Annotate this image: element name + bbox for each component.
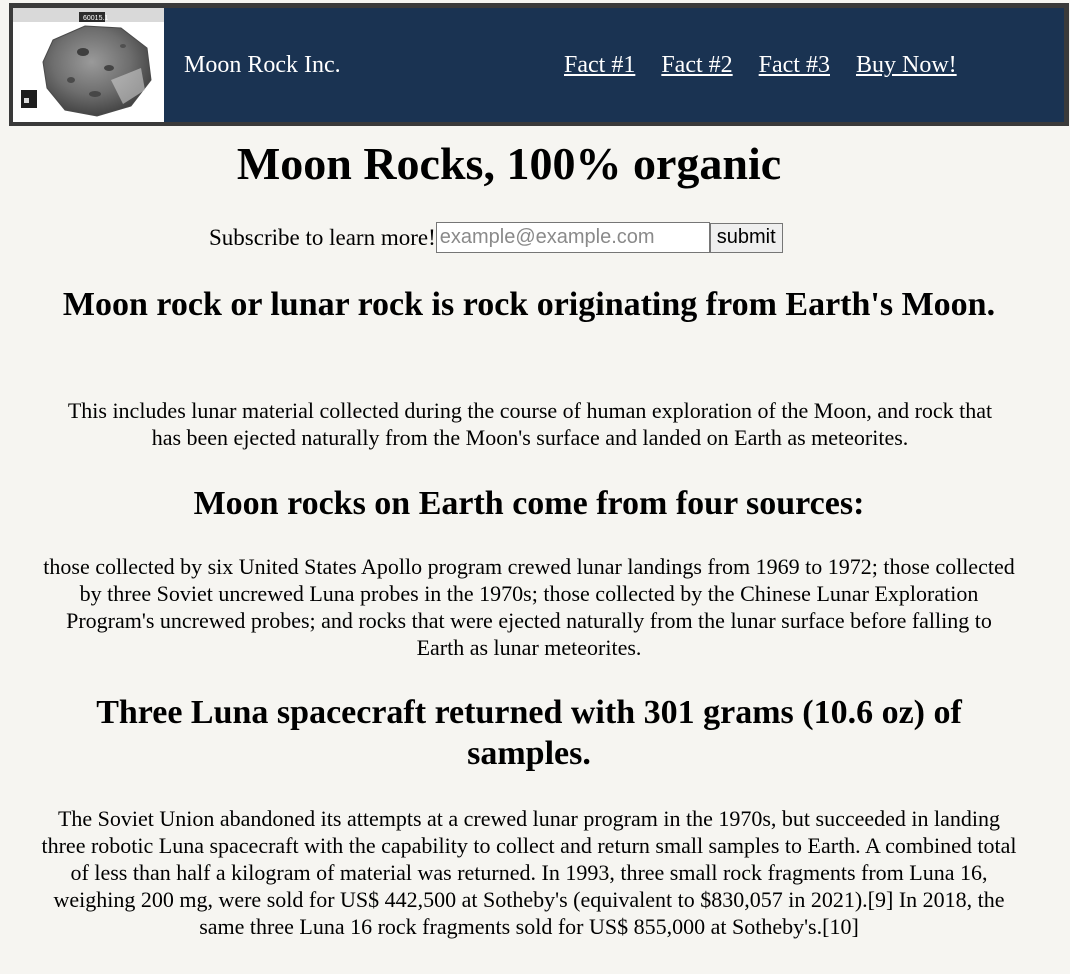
nav-link-fact-3[interactable]: Fact #3 xyxy=(759,52,830,79)
section-body-origin: This includes lunar material collected d… xyxy=(67,398,993,450)
nav-link-fact-1[interactable]: Fact #1 xyxy=(564,52,635,79)
section-body-sources: those collected by six United States Apo… xyxy=(43,554,1015,660)
section-heading-sources: Moon rocks on Earth come from four sourc… xyxy=(193,485,865,522)
moon-rock-logo-image: 60015.1 xyxy=(13,8,164,122)
site-header: 60015.1 Moon Rock Inc. Fact #1 Fact #2 F… xyxy=(9,3,1069,126)
logo-sample-label: 60015.1 xyxy=(83,15,108,22)
email-input[interactable] xyxy=(435,222,710,253)
subscribe-form: Subscribe to learn more! submit xyxy=(209,222,783,253)
header-bar: 60015.1 Moon Rock Inc. Fact #1 Fact #2 F… xyxy=(13,8,1064,122)
page-title: Moon Rocks, 100% organic xyxy=(236,138,782,189)
submit-button[interactable]: submit xyxy=(709,222,783,253)
section-body-luna: The Soviet Union abandoned its attempts … xyxy=(41,806,1017,939)
nav-link-fact-2[interactable]: Fact #2 xyxy=(661,52,732,79)
brand-name: Moon Rock Inc. xyxy=(184,52,341,78)
subscribe-label: Subscribe to learn more! xyxy=(209,224,436,250)
nav-link-buy-now[interactable]: Buy Now! xyxy=(856,52,957,79)
moon-rock-photo: 60015.1 xyxy=(13,8,164,122)
section-heading-luna: Three Luna spacecraft returned with 301 … xyxy=(96,694,962,772)
section-heading-origin: Moon rock or lunar rock is rock originat… xyxy=(62,286,996,323)
main-nav: Fact #1 Fact #2 Fact #3 Buy Now! xyxy=(564,52,983,79)
